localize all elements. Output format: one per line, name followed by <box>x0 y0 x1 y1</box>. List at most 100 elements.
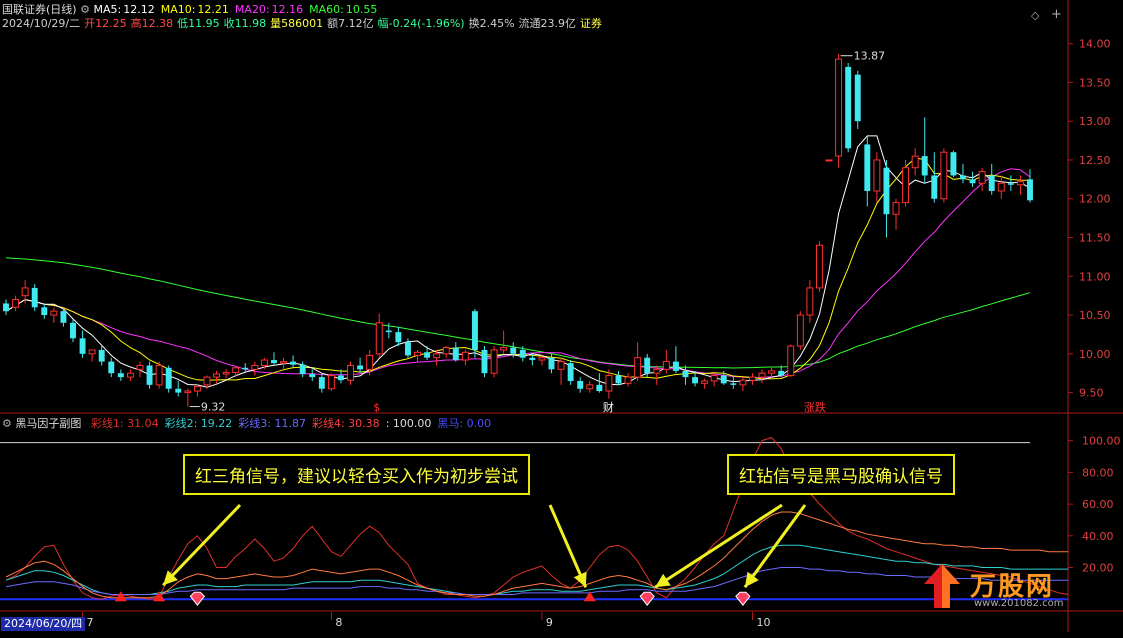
info-item: 收11.98 <box>223 17 267 30</box>
candle-body <box>3 303 9 312</box>
candle-body <box>136 364 144 370</box>
candle-body <box>175 388 182 393</box>
candle-body <box>442 347 450 355</box>
candle-body <box>739 379 747 386</box>
watermark-logo: 万股网 www.201082.com <box>912 564 1112 614</box>
sub-tick-label: 40.00 <box>1082 530 1114 543</box>
sub-legend: 彩线1: 31.04 彩线2: 19.22 彩线3: 11.87 彩线4: 30.38… <box>85 417 491 430</box>
month-label: 9 <box>546 616 553 629</box>
candle-body <box>31 287 38 308</box>
sub-legend-item: : 100.00 <box>385 417 432 430</box>
ma-legend-item: MA20: <box>234 3 270 16</box>
ma-legend-item: MA60: <box>309 3 344 16</box>
candle-body <box>988 175 995 191</box>
candle-body <box>605 375 613 392</box>
candle-body <box>720 375 727 384</box>
candle-body <box>548 357 555 370</box>
candle-body <box>60 311 67 323</box>
candle-body <box>845 66 852 149</box>
annotation-arrow <box>743 504 807 589</box>
candle-body <box>193 385 201 392</box>
sub-title[interactable]: 黑马因子副图 <box>15 417 81 430</box>
diamond-toggle-icon[interactable]: ◇ <box>1031 9 1039 22</box>
info-item: 开12.25 <box>84 17 127 30</box>
annotation-arrowhead <box>655 573 671 588</box>
candle-body <box>490 349 498 374</box>
info-item: 低11.95 <box>177 17 220 30</box>
candle-body <box>146 365 153 385</box>
ma-legend-value: 12.21 <box>197 3 229 16</box>
ma60-line <box>5 257 1031 369</box>
candle-body <box>940 151 948 200</box>
candle-body <box>586 384 594 390</box>
info-item: 量586001 <box>270 17 324 30</box>
candle-body <box>500 347 508 351</box>
sub-tick-label: 100.00 <box>1082 435 1121 448</box>
candle-body <box>796 314 804 347</box>
candle-body <box>327 375 335 390</box>
candle-body <box>529 357 536 361</box>
candle-body <box>309 374 316 378</box>
candle-body <box>634 357 642 378</box>
candle-body <box>997 182 1005 192</box>
candle-body <box>347 364 354 381</box>
candle-body <box>481 349 488 374</box>
candle-body <box>471 311 478 350</box>
stock-name[interactable]: 国联证券 <box>2 3 46 16</box>
red-diamond-signal <box>639 591 655 607</box>
candle-body <box>251 364 259 370</box>
sub-header: ⚙ 黑马因子副图 彩线1: 31.04 彩线2: 19.22 彩线3: 11.87 彩… <box>2 417 491 431</box>
candle-body <box>260 359 268 366</box>
candle-body <box>213 373 221 378</box>
candle-body <box>787 345 795 377</box>
candle-body <box>232 367 240 373</box>
candle-body <box>672 361 679 371</box>
candle-body <box>950 152 957 176</box>
candle-body <box>768 370 776 374</box>
candle-body <box>424 352 431 358</box>
red-diamond-signal <box>735 591 751 607</box>
price-tick-label: 10.50 <box>1079 309 1111 322</box>
candle-body <box>242 367 249 370</box>
plus-icon[interactable]: + <box>1051 7 1062 22</box>
ma-legend-value: 12.16 <box>271 3 304 16</box>
sub-settings-icon[interactable]: ⚙ <box>2 417 12 430</box>
candle-body <box>270 360 277 364</box>
candle-body <box>682 370 689 378</box>
info-item: 换2.45% <box>468 17 515 30</box>
candle-body <box>290 361 297 365</box>
candle-body <box>404 342 411 356</box>
candle-body <box>873 159 881 192</box>
annotation-arrow <box>162 503 242 587</box>
candle-body <box>662 361 670 370</box>
candle-body <box>299 364 306 374</box>
candle-body <box>758 372 766 378</box>
info-item: 高12.38 <box>130 17 174 30</box>
price-tick-label: 10.00 <box>1079 348 1111 361</box>
candle-body <box>538 357 546 361</box>
candle-body <box>931 175 938 199</box>
sub-legend-item: 黑马: 0.00 <box>437 417 492 430</box>
red-diamond-signal <box>189 591 206 607</box>
event-marker: 涨跌 <box>804 400 826 414</box>
candle-body <box>692 377 699 384</box>
sub-legend-item: 彩线3: 11.87 <box>238 417 306 430</box>
sub-legend-item: 彩线4: 30.38 <box>311 417 380 430</box>
candle-body <box>414 351 421 356</box>
candle-body <box>778 370 785 376</box>
candle-body <box>596 384 603 392</box>
candle-body <box>911 155 919 169</box>
annotation-red-triangle: 红三角信号，建议以轻仓买入作为初步尝试 <box>183 454 530 495</box>
candle-body <box>892 202 900 215</box>
candle-body <box>461 351 469 361</box>
candle-body <box>88 349 96 355</box>
candle-body <box>644 357 651 374</box>
red-triangle-signal <box>114 591 127 602</box>
candle-body <box>921 156 928 176</box>
settings-gear-icon[interactable]: ⚙ <box>80 3 90 16</box>
annotation-red-diamond: 红钻信号是黑马股确认信号 <box>727 454 955 495</box>
candle-body <box>222 371 230 375</box>
candle-body <box>375 322 383 355</box>
sub-legend-item: 彩线1: 31.04 <box>90 417 159 430</box>
candle-body <box>710 375 718 382</box>
